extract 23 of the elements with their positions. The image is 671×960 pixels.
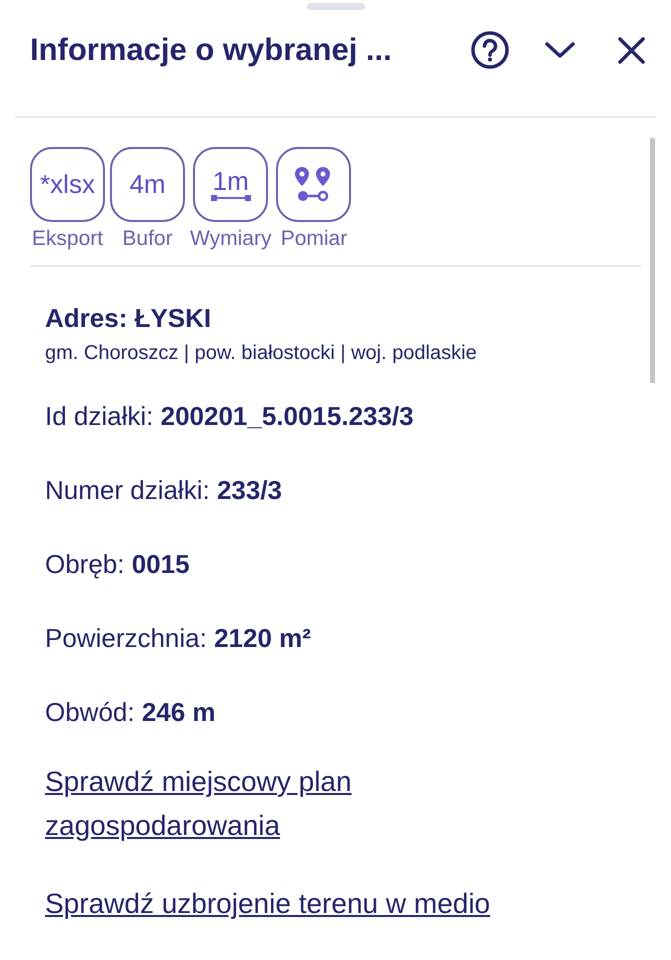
tool-label: Eksport (32, 226, 104, 252)
tool-button[interactable]: 1m (193, 147, 268, 222)
parcel-field: Powierzchnia: 2120 m² (45, 620, 631, 656)
address-subtitle: gm. Choroszcz | pow. białostocki | woj. podlaskie (45, 340, 478, 366)
tool-button[interactable]: 4m (110, 147, 185, 222)
tool-label: Pomiar (280, 226, 348, 252)
tool-button[interactable]: *xlsx (30, 147, 105, 222)
tool-label: Wymiary (190, 226, 272, 252)
link[interactable]: Sprawdź uzbrojenie terenu w medio (45, 882, 631, 926)
close-icon[interactable] (618, 36, 645, 64)
address-title: Adres: ŁYSKI (45, 302, 212, 334)
measure-button[interactable] (276, 147, 352, 222)
parcel-field: Obręb: 0015 (45, 546, 631, 582)
help-icon[interactable] (470, 30, 510, 70)
parcel-field: Numer działki: 233/3 (45, 472, 631, 508)
parcel-field: Id działki: 200201_5.0015.233/3 (45, 398, 631, 434)
dimension-line-icon (210, 194, 251, 202)
chevron-down-icon[interactable] (544, 40, 576, 60)
panel-title: Informacje o wybranej ... (30, 30, 393, 69)
drag-handle[interactable] (306, 3, 364, 10)
link[interactable]: Sprawdź miejscowy plan zagospodarowania (45, 760, 445, 848)
tool-label: Bufor (122, 226, 173, 252)
parcel-field: Obwód: 246 m (45, 694, 631, 730)
